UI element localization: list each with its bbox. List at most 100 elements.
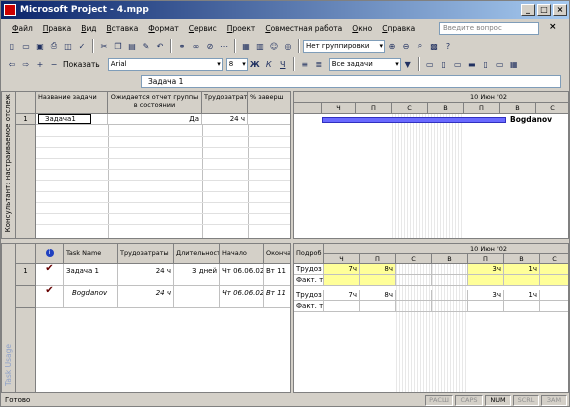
usage-cell[interactable] [324, 275, 360, 286]
view-icon-5[interactable]: ▭ [494, 58, 506, 70]
bottom-view-bar[interactable]: Task Usage [2, 244, 16, 392]
menu-help[interactable]: Справка [377, 24, 420, 33]
task-name-cell[interactable]: Задача1 [36, 114, 108, 125]
filter-combo[interactable]: Все задачи [328, 57, 401, 71]
usage-cell[interactable]: 1ч [504, 290, 540, 301]
hide-subtasks-icon[interactable]: − [48, 58, 60, 70]
usage-cell[interactable]: 3ч [468, 264, 504, 275]
menu-window[interactable]: Окно [347, 24, 377, 33]
usage-cell[interactable] [540, 301, 568, 312]
copy-icon[interactable]: ❐ [112, 40, 124, 52]
align-left-icon[interactable]: ≡ [299, 58, 311, 70]
col-start[interactable]: Начало [220, 244, 264, 264]
usage-cell[interactable] [468, 301, 504, 312]
usage-cell[interactable] [540, 290, 568, 301]
finish-cell[interactable]: Вт 11 [264, 264, 290, 286]
view-icon-4[interactable]: ▯ [480, 58, 492, 70]
usage-cell[interactable] [396, 290, 432, 301]
view-icon-3[interactable]: ▬ [466, 58, 478, 70]
row-number[interactable] [16, 286, 36, 308]
usage-cell[interactable]: 1ч [504, 264, 540, 275]
usage-cell[interactable] [432, 264, 468, 275]
publish-icon[interactable]: ◎ [282, 40, 294, 52]
menu-collaborate[interactable]: Совместная работа [260, 24, 347, 33]
report-status-cell[interactable]: Да [108, 114, 202, 125]
col-percent[interactable]: % заверш [248, 92, 290, 114]
save-icon[interactable]: ▣ [34, 40, 46, 52]
font-combo[interactable]: Arial [107, 57, 223, 71]
menu-edit[interactable]: Правка [38, 24, 77, 33]
usage-cell[interactable] [396, 264, 432, 275]
usage-cell[interactable]: 7ч [324, 290, 360, 301]
usage-cell[interactable] [504, 275, 540, 286]
select-all-corner[interactable] [16, 92, 36, 114]
work-cell[interactable]: 24 ч [118, 286, 174, 308]
outdent-icon[interactable]: ⇦ [6, 58, 18, 70]
usage-cell[interactable] [432, 290, 468, 301]
select-all-corner[interactable] [16, 244, 36, 264]
unlink-tasks-icon[interactable]: ⊘ [204, 40, 216, 52]
close-button[interactable]: × [553, 4, 567, 16]
group-by-combo[interactable]: Нет группировки [303, 39, 385, 53]
spelling-icon[interactable]: ✓ [76, 40, 88, 52]
cut-icon[interactable]: ✂ [98, 40, 110, 52]
usage-cell[interactable] [504, 301, 540, 312]
usage-cell[interactable] [432, 275, 468, 286]
col-finish[interactable]: Окончание [264, 244, 290, 264]
percent-cell[interactable] [248, 114, 290, 125]
finish-cell[interactable]: Вт 11 [264, 286, 290, 308]
assignment-name-cell[interactable]: Bogdanov [64, 286, 118, 308]
align-center-icon[interactable]: ≣ [313, 58, 325, 70]
undo-icon[interactable]: ↶ [154, 40, 166, 52]
col-task-name[interactable]: Task Name [64, 244, 118, 264]
usage-cell[interactable]: 7ч [324, 264, 360, 275]
view-icon-1[interactable]: ▯ [438, 58, 450, 70]
menu-tools[interactable]: Сервис [184, 24, 222, 33]
start-cell[interactable]: Чт 06.06.02 [220, 264, 264, 286]
usage-cell[interactable] [468, 275, 504, 286]
indent-icon[interactable]: ⇨ [20, 58, 32, 70]
col-report-status[interactable]: Ожидается отчет группы в состоянии [108, 92, 202, 114]
col-work[interactable]: Трудозатраты [118, 244, 174, 264]
usage-cell[interactable] [360, 275, 396, 286]
help-icon[interactable]: ? [442, 40, 454, 52]
gantt-bar[interactable] [322, 117, 506, 123]
zoom-in-icon[interactable]: ⊕ [386, 40, 398, 52]
menu-file[interactable]: Файл [7, 24, 38, 33]
indicator-cell[interactable]: ✔ [36, 264, 64, 286]
work-cell[interactable]: 24 ч [118, 264, 174, 286]
entry-field[interactable]: Задача 1 [141, 75, 561, 88]
hyperlink-icon[interactable]: ⚭ [176, 40, 188, 52]
new-icon[interactable]: ▯ [6, 40, 18, 52]
view-icon-6[interactable]: ▦ [508, 58, 520, 70]
print-icon[interactable]: ⎙ [48, 40, 60, 52]
notes-icon[interactable]: ▥ [254, 40, 266, 52]
paste-icon[interactable]: ▤ [126, 40, 138, 52]
split-task-icon[interactable]: ⋯ [218, 40, 230, 52]
assign-resources-icon[interactable]: ☺ [268, 40, 280, 52]
details-header[interactable]: Подроб [294, 244, 324, 264]
usage-cell[interactable]: 8ч [360, 264, 396, 275]
col-work[interactable]: Трудозатраты [202, 92, 248, 114]
col-task-name[interactable]: Название задачи [36, 92, 108, 114]
font-size-combo[interactable]: 8 [225, 57, 248, 71]
indicator-cell[interactable]: ✔ [36, 286, 64, 308]
help-search-input[interactable]: Введите вопрос [439, 22, 539, 35]
underline-icon[interactable]: Ч [277, 58, 289, 70]
maximize-button[interactable]: □ [537, 4, 551, 16]
start-cell[interactable]: Чт 06.06.02 [220, 286, 264, 308]
usage-cell[interactable] [432, 301, 468, 312]
usage-cell[interactable]: 8ч [360, 290, 396, 301]
col-indicators[interactable]: i [36, 244, 64, 264]
open-icon[interactable]: ▭ [20, 40, 32, 52]
task-name-cell[interactable]: Задача 1 [64, 264, 118, 286]
minimize-button[interactable]: _ [521, 4, 535, 16]
zoom-out-icon[interactable]: ⊖ [400, 40, 412, 52]
link-tasks-icon[interactable]: ∞ [190, 40, 202, 52]
top-view-bar[interactable]: Консультант: настраиваемое отслеж [2, 92, 16, 238]
usage-cell[interactable] [540, 264, 568, 275]
usage-cell[interactable] [324, 301, 360, 312]
usage-cell[interactable]: 3ч [468, 290, 504, 301]
menu-project[interactable]: Проект [222, 24, 261, 33]
menu-insert[interactable]: Вставка [102, 24, 144, 33]
